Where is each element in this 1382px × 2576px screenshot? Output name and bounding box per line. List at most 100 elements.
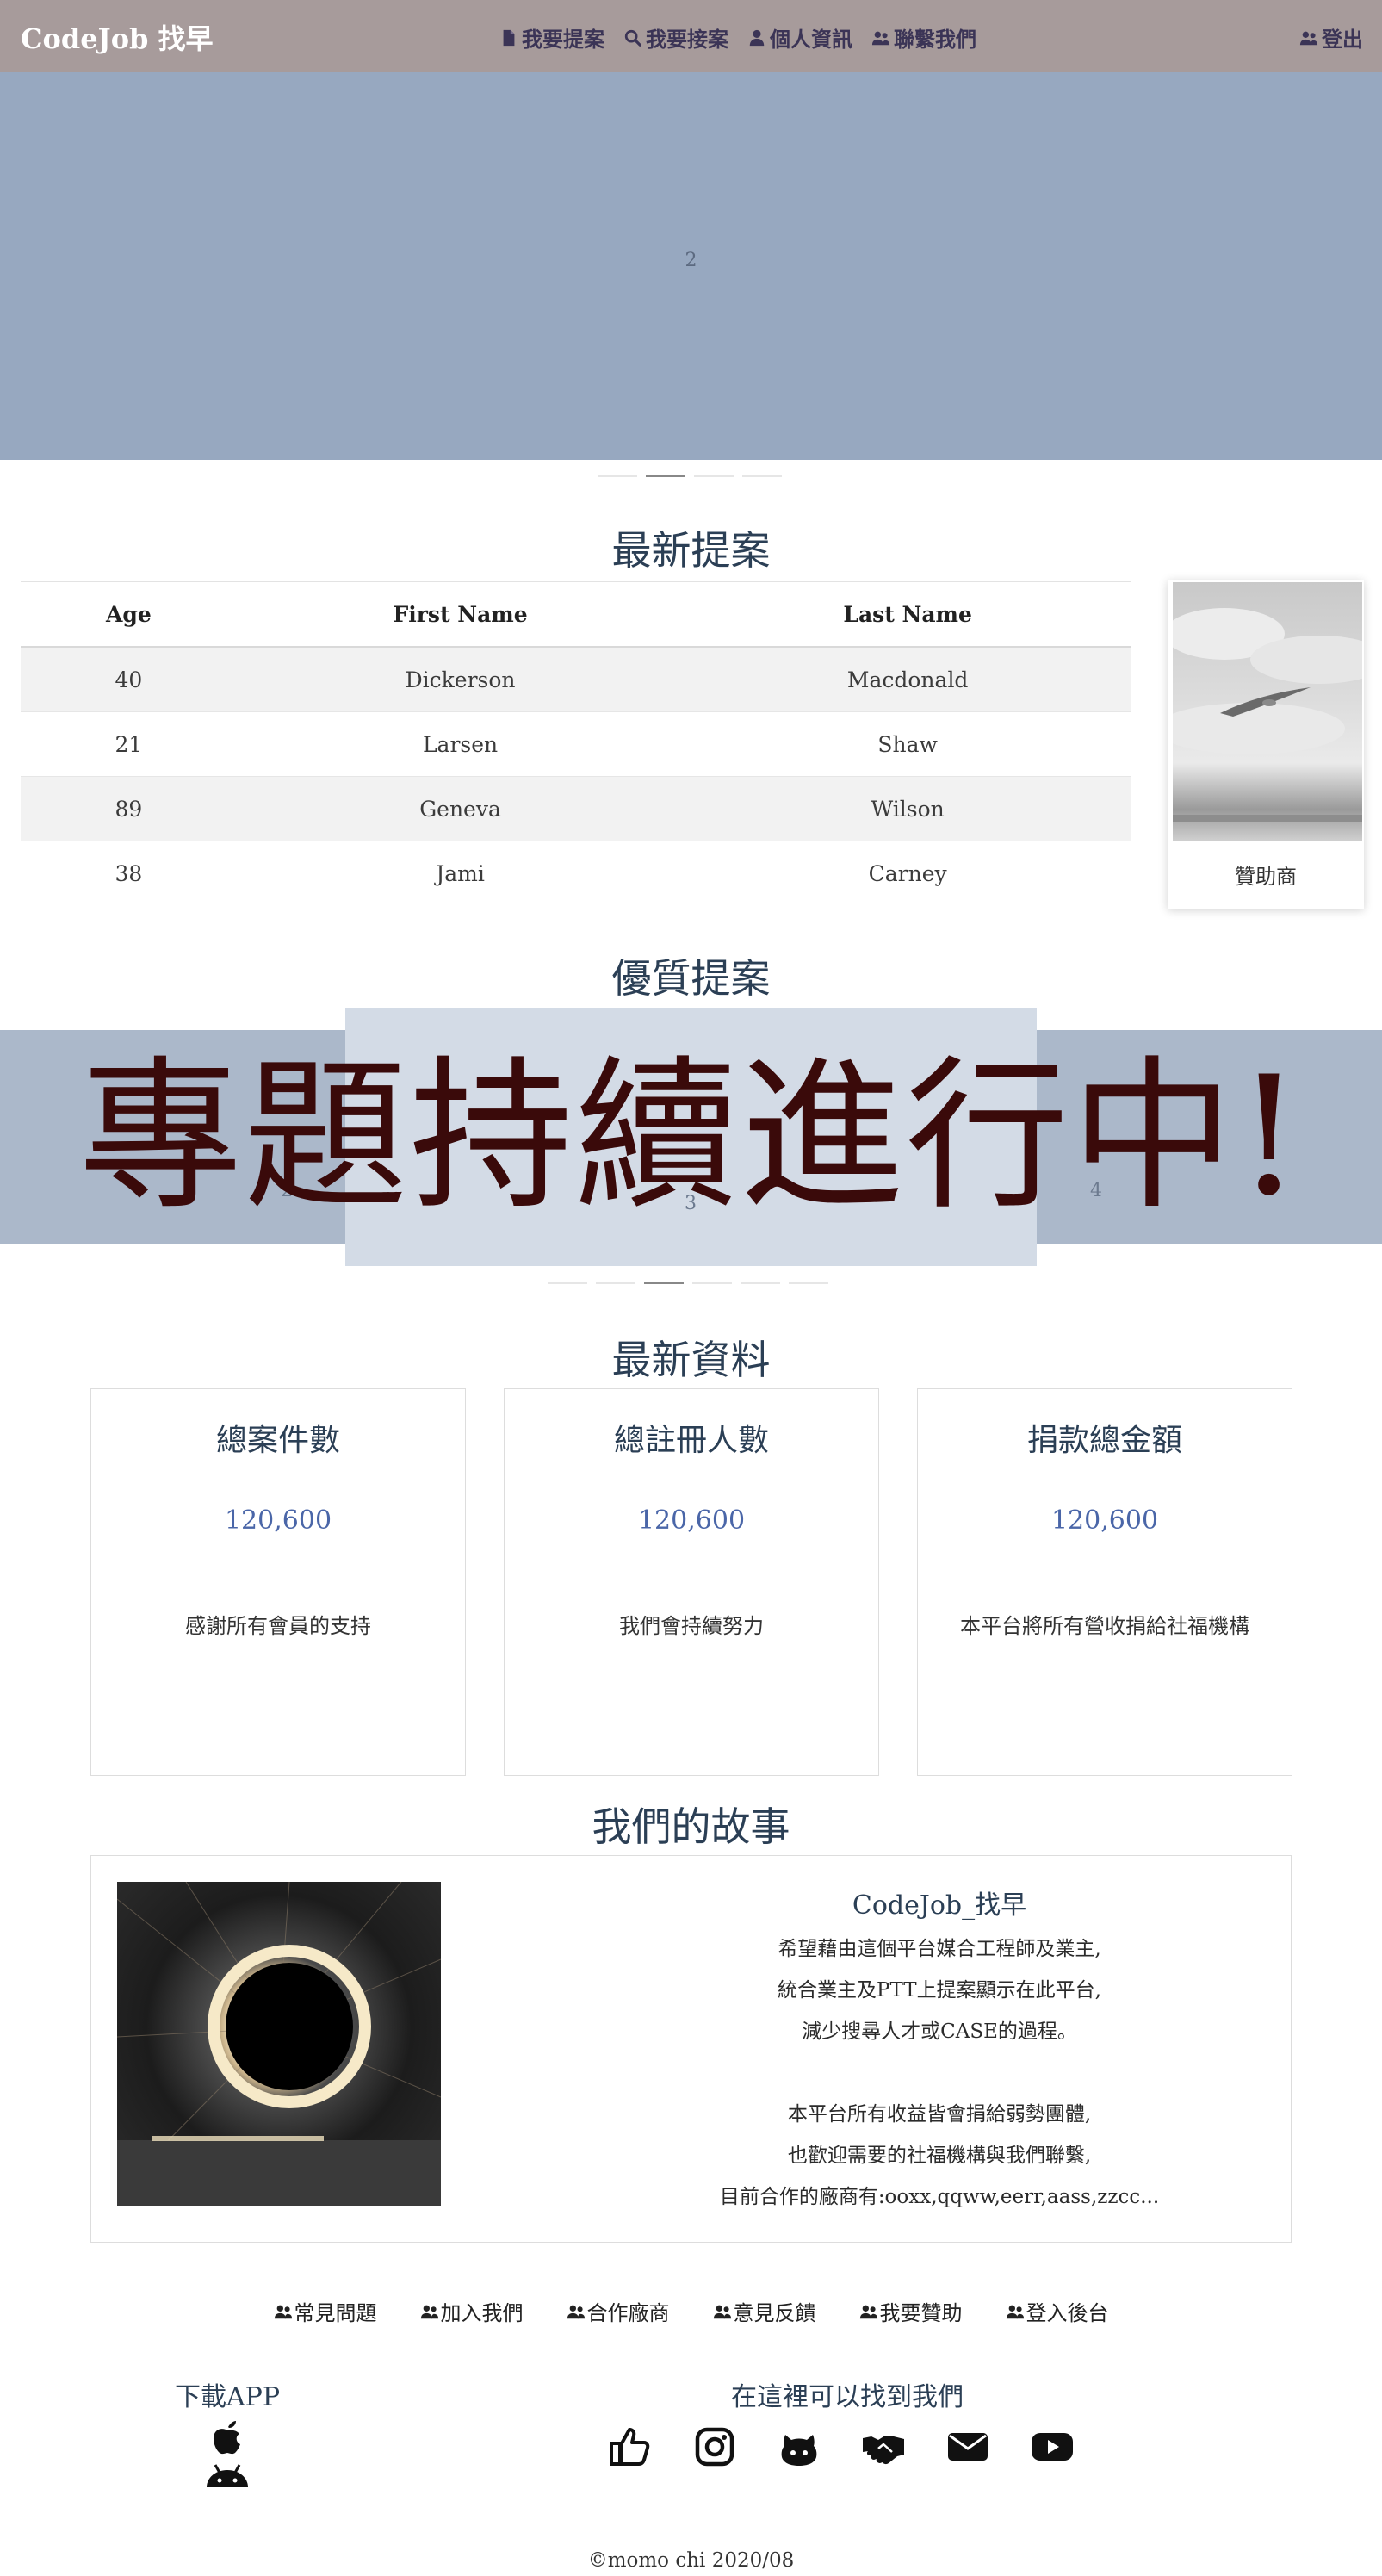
users-icon bbox=[274, 2302, 293, 2321]
footer-link-label: 加入我們 bbox=[440, 2301, 524, 2325]
cell-last-name: Shaw bbox=[684, 711, 1131, 777]
nav-links: 我要提案 我要接案 個人資訊 聯繫我們 bbox=[499, 22, 976, 53]
carousel-indicator-active[interactable] bbox=[644, 1282, 684, 1284]
our-story-title: 我們的故事 bbox=[592, 1803, 790, 1850]
stat-title: 總註冊人數 bbox=[613, 1423, 769, 1458]
stat-value: 120,600 bbox=[1050, 1505, 1159, 1536]
logout-label: 登出 bbox=[1322, 27, 1363, 52]
stat-value: 120,600 bbox=[224, 1505, 332, 1536]
github-icon[interactable] bbox=[777, 2424, 821, 2469]
cell-age: 38 bbox=[21, 841, 237, 905]
users-icon bbox=[871, 28, 890, 47]
cell-first-name: Larsen bbox=[236, 711, 685, 777]
file-icon bbox=[499, 28, 518, 47]
users-icon bbox=[1006, 2302, 1025, 2321]
column-header-age[interactable]: Age bbox=[21, 581, 237, 648]
carousel-indicator[interactable] bbox=[598, 475, 637, 477]
footer-link-sponsor[interactable]: 我要贊助 bbox=[859, 2296, 963, 2326]
cell-last-name: Macdonald bbox=[684, 646, 1131, 712]
nav-item-profile[interactable]: 個人資訊 bbox=[747, 22, 852, 53]
story-line: 本平台所有收益皆會捐給弱勢團體, bbox=[787, 2103, 1092, 2126]
find-us-title: 在這裡可以找到我們 bbox=[731, 2382, 964, 2412]
cell-last-name: Wilson bbox=[684, 776, 1131, 841]
footer-link-partners[interactable]: 合作廠商 bbox=[567, 2296, 670, 2326]
carousel-indicator[interactable] bbox=[548, 1282, 587, 1284]
nav-item-propose[interactable]: 我要提案 bbox=[499, 22, 604, 53]
stat-title: 總案件數 bbox=[215, 1423, 340, 1458]
envelope-icon[interactable] bbox=[945, 2424, 990, 2469]
proposals-table: Age First Name Last Name 40 Dickerson Ma… bbox=[21, 581, 1131, 905]
footer-links: 常見問題 加入我們 合作廠商 意見反饋 我要贊助 登入後台 bbox=[0, 2296, 1382, 2326]
story-line: 目前合作的廠商有:ooxx,qqww,eerr,aass,zzcc... bbox=[719, 2186, 1160, 2208]
table-row[interactable]: 38 Jami Carney bbox=[21, 841, 1131, 905]
users-icon bbox=[713, 2302, 732, 2321]
users-icon bbox=[859, 2302, 878, 2321]
footer-link-label: 登入後台 bbox=[1026, 2301, 1109, 2325]
stat-value: 120,600 bbox=[637, 1505, 746, 1536]
android-icon[interactable] bbox=[203, 2458, 251, 2492]
footer-link-label: 合作廠商 bbox=[586, 2301, 670, 2325]
carousel-indicator[interactable] bbox=[596, 1282, 635, 1284]
social-icons bbox=[608, 2424, 1075, 2469]
thumbs-up-icon[interactable] bbox=[608, 2424, 653, 2469]
story-line bbox=[608, 2052, 1271, 2094]
carousel-indicator[interactable] bbox=[742, 475, 782, 477]
cell-age: 40 bbox=[21, 646, 237, 712]
carousel-indicator[interactable] bbox=[692, 1282, 732, 1284]
stat-card-donations: 捐款總金額 120,600 本平台將所有營收捐給社福機構 bbox=[917, 1388, 1292, 1776]
stat-description: 本平台將所有營收捐給社福機構 bbox=[960, 1614, 1249, 1638]
app-icons bbox=[203, 2418, 251, 2492]
carousel-indicator-active[interactable] bbox=[646, 475, 685, 477]
story-image bbox=[117, 1882, 441, 2206]
users-icon bbox=[1299, 28, 1318, 47]
download-app-title: 下載APP bbox=[175, 2382, 281, 2412]
footer-link-label: 常見問題 bbox=[294, 2301, 377, 2325]
story-line: 希望藉由這個平台媒合工程師及業主, bbox=[778, 1938, 1101, 1960]
footer-link-admin-login[interactable]: 登入後台 bbox=[1006, 2296, 1109, 2326]
users-icon bbox=[567, 2302, 586, 2321]
youtube-icon[interactable] bbox=[1030, 2424, 1075, 2469]
table-row[interactable]: 40 Dickerson Macdonald bbox=[21, 646, 1131, 712]
cell-age: 21 bbox=[21, 711, 237, 777]
table-row[interactable]: 89 Geneva Wilson bbox=[21, 776, 1131, 841]
nav-item-find-jobs[interactable]: 我要接案 bbox=[623, 22, 728, 53]
apple-icon[interactable] bbox=[203, 2418, 251, 2458]
handshake-icon[interactable] bbox=[861, 2424, 906, 2469]
logout-button[interactable]: 登出 bbox=[1299, 22, 1363, 53]
table-row[interactable]: 21 Larsen Shaw bbox=[21, 711, 1131, 777]
sponsor-card[interactable]: 贊助商 bbox=[1168, 580, 1364, 909]
brand-logo[interactable]: CodeJob 找早 bbox=[21, 17, 214, 57]
story-line: 統合業主及PTT上提案顯示在此平台, bbox=[778, 1979, 1101, 2002]
story-card: CodeJob_找早 希望藉由這個平台媒合工程師及業主, 統合業主及PTT上提案… bbox=[90, 1855, 1292, 2243]
footer-link-label: 意見反饋 bbox=[733, 2301, 816, 2325]
quality-proposals-title: 優質提案 bbox=[611, 955, 771, 1002]
stat-card-cases: 總案件數 120,600 感謝所有會員的支持 bbox=[90, 1388, 466, 1776]
stat-description: 我們會持續努力 bbox=[619, 1614, 764, 1638]
users-icon bbox=[420, 2302, 439, 2321]
footer-link-join[interactable]: 加入我們 bbox=[420, 2296, 524, 2326]
latest-proposals-title: 最新提案 bbox=[611, 527, 771, 574]
nav-item-contact[interactable]: 聯繫我們 bbox=[871, 22, 976, 53]
column-header-last-name[interactable]: Last Name bbox=[684, 581, 1131, 648]
column-header-first-name[interactable]: First Name bbox=[236, 581, 685, 648]
footer-link-feedback[interactable]: 意見反饋 bbox=[713, 2296, 816, 2326]
nav-item-label: 聯繫我們 bbox=[894, 27, 976, 52]
cell-first-name: Geneva bbox=[236, 776, 685, 841]
carousel-indicator[interactable] bbox=[741, 1282, 780, 1284]
nav-item-label: 個人資訊 bbox=[770, 27, 852, 52]
in-progress-banner: 專題持續進行中! bbox=[78, 1041, 1304, 1232]
nav-item-label: 我要接案 bbox=[646, 27, 728, 52]
cell-age: 89 bbox=[21, 776, 237, 841]
search-icon bbox=[623, 28, 642, 47]
hero-slide-number: 2 bbox=[685, 250, 697, 271]
carousel-indicator[interactable] bbox=[694, 475, 734, 477]
cell-last-name: Carney bbox=[684, 841, 1131, 905]
story-heading: CodeJob_找早 bbox=[852, 1890, 1027, 1921]
footer-link-faq[interactable]: 常見問題 bbox=[274, 2296, 377, 2326]
footer-link-label: 我要贊助 bbox=[879, 2301, 963, 2325]
copyright: ©momo chi 2020/08 bbox=[587, 2549, 795, 2572]
carousel-indicator[interactable] bbox=[789, 1282, 828, 1284]
cell-first-name: Dickerson bbox=[236, 646, 685, 712]
instagram-icon[interactable] bbox=[692, 2424, 737, 2469]
sponsor-image bbox=[1173, 582, 1362, 841]
